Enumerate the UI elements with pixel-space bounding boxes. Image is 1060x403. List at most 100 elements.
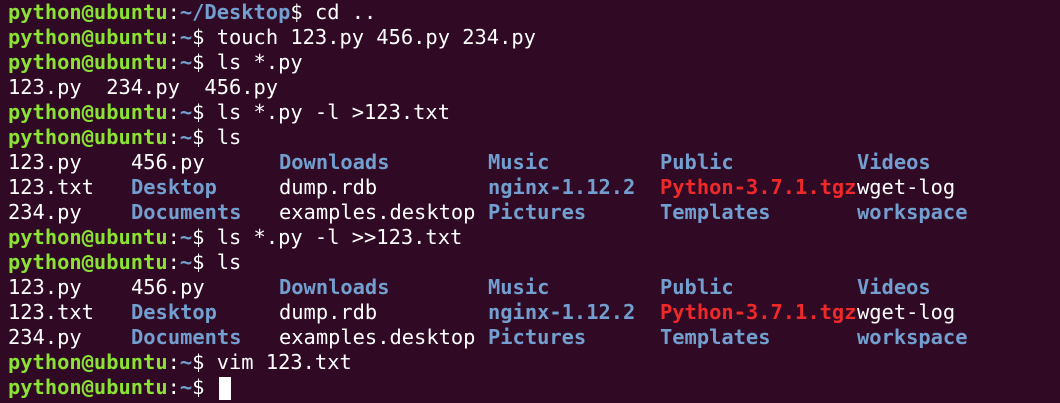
prompt-colon: :	[167, 25, 180, 49]
prompt-user: python@ubuntu	[8, 0, 168, 24]
directory-entry: Music	[488, 275, 550, 299]
prompt-path: ~	[179, 25, 193, 49]
prompt-user: python@ubuntu	[8, 50, 168, 74]
prompt-line: python@ubuntu:~$ ls *.py -l >123.txt	[8, 100, 1060, 125]
prompt-colon: :	[167, 50, 180, 74]
terminal-output: python@ubuntu:~/Desktop$ cd .. python@ubu…	[8, 0, 1060, 400]
prompt-line: python@ubuntu:~/Desktop$ cd ..	[8, 0, 1060, 25]
command-text: ls *.py	[216, 50, 303, 74]
command-text: touch 123.py 456.py 234.py	[216, 25, 536, 49]
file-entry: 234.py	[8, 325, 82, 349]
command-text: ls	[216, 250, 242, 274]
file-entry: 123.py	[8, 275, 82, 299]
prompt-line: python@ubuntu:~$ ls *.py	[8, 50, 1060, 75]
prompt-user: python@ubuntu	[8, 375, 168, 399]
command-text: vim 123.txt	[216, 350, 352, 374]
command-text: ls	[216, 125, 242, 149]
ls-output-row: 123.txt Desktop dump.rdb nginx-1.12.2 Python…	[8, 300, 1060, 325]
output-line: 123.py 234.py 456.py	[8, 75, 1060, 100]
file-entry: examples.desktop	[279, 200, 476, 224]
prompt-colon: :	[167, 250, 180, 274]
directory-entry: Downloads	[279, 150, 390, 174]
prompt-colon: :	[167, 375, 180, 399]
prompt-line: python@ubuntu:~$ ls *.py -l >>123.txt	[8, 225, 1060, 250]
prompt-symbol: $	[192, 250, 217, 274]
file-entry: dump.rdb	[279, 175, 378, 199]
directory-entry: Videos	[857, 275, 931, 299]
directory-entry: Public	[660, 275, 734, 299]
prompt-symbol: $	[192, 375, 217, 399]
directory-entry: workspace	[857, 200, 968, 224]
directory-entry: Templates	[660, 325, 771, 349]
prompt-path: ~/Desktop	[179, 0, 291, 24]
prompt-user: python@ubuntu	[8, 250, 168, 274]
directory-entry: Desktop	[131, 175, 217, 199]
directory-entry: workspace	[857, 325, 968, 349]
prompt-colon: :	[167, 125, 180, 149]
directory-entry: Videos	[857, 150, 931, 174]
command-text: ls *.py -l >>123.txt	[216, 225, 463, 249]
prompt-user: python@ubuntu	[8, 225, 168, 249]
prompt-colon: :	[167, 100, 180, 124]
prompt-symbol: $	[192, 350, 217, 374]
directory-entry: Pictures	[488, 200, 587, 224]
prompt-path: ~	[179, 225, 193, 249]
file-entry: dump.rdb	[279, 300, 378, 324]
file-entry: wget-log	[857, 175, 956, 199]
text-cursor[interactable]	[218, 376, 231, 400]
terminal-window[interactable]: python@ubuntu:~/Desktop$ cd .. python@ubu…	[0, 0, 1060, 403]
directory-entry: Downloads	[279, 275, 390, 299]
prompt-symbol: $	[192, 225, 217, 249]
directory-entry: nginx-1.12.2	[488, 300, 636, 324]
prompt-symbol: $	[192, 100, 217, 124]
prompt-colon: :	[167, 0, 180, 24]
command-text: ls *.py -l >123.txt	[216, 100, 450, 124]
directory-entry: Pictures	[488, 325, 587, 349]
file-entry: 123.txt	[8, 300, 94, 324]
prompt-path: ~	[179, 50, 193, 74]
scrollbar[interactable]	[1056, 0, 1060, 403]
prompt-path: ~	[179, 100, 193, 124]
directory-entry: Desktop	[131, 300, 217, 324]
command-text: cd ..	[314, 0, 377, 24]
file-entry: 456.py	[131, 275, 205, 299]
output-text: 123.py 234.py 456.py	[8, 75, 279, 99]
directory-entry: Documents	[131, 325, 242, 349]
file-entry: 123.txt	[8, 175, 94, 199]
file-entry: wget-log	[857, 300, 956, 324]
prompt-line: python@ubuntu:~$ ls	[8, 250, 1060, 275]
prompt-line: python@ubuntu:~$	[8, 375, 1060, 400]
ls-output-row: 234.py Documents examples.desktop Pictures T…	[8, 325, 1060, 350]
prompt-path: ~	[179, 250, 193, 274]
directory-entry: nginx-1.12.2	[488, 175, 636, 199]
ls-output-row: 234.py Documents examples.desktop Pictures T…	[8, 200, 1060, 225]
prompt-symbol: $	[192, 25, 217, 49]
file-entry: examples.desktop	[279, 325, 476, 349]
archive-entry: Python-3.7.1.tgz	[660, 300, 857, 324]
directory-entry: Templates	[660, 200, 771, 224]
prompt-user: python@ubuntu	[8, 350, 168, 374]
ls-output-row: 123.py 456.py Downloads Music Public Videos	[8, 275, 1060, 300]
prompt-colon: :	[167, 225, 180, 249]
prompt-path: ~	[179, 350, 193, 374]
prompt-user: python@ubuntu	[8, 125, 168, 149]
file-entry: 234.py	[8, 200, 82, 224]
directory-entry: Documents	[131, 200, 242, 224]
directory-entry: Public	[660, 150, 734, 174]
prompt-line: python@ubuntu:~$ touch 123.py 456.py 234…	[8, 25, 1060, 50]
prompt-user: python@ubuntu	[8, 100, 168, 124]
file-entry: 456.py	[131, 150, 205, 174]
prompt-symbol: $	[290, 0, 315, 24]
prompt-symbol: $	[192, 125, 217, 149]
prompt-colon: :	[167, 350, 180, 374]
prompt-line: python@ubuntu:~$ ls	[8, 125, 1060, 150]
prompt-symbol: $	[192, 50, 217, 74]
prompt-path: ~	[179, 125, 193, 149]
prompt-path: ~	[179, 375, 193, 399]
ls-output-row: 123.txt Desktop dump.rdb nginx-1.12.2 Python…	[8, 175, 1060, 200]
prompt-user: python@ubuntu	[8, 25, 168, 49]
file-entry: 123.py	[8, 150, 82, 174]
prompt-line: python@ubuntu:~$ vim 123.txt	[8, 350, 1060, 375]
ls-output-row: 123.py 456.py Downloads Music Public Videos	[8, 150, 1060, 175]
archive-entry: Python-3.7.1.tgz	[660, 175, 857, 199]
